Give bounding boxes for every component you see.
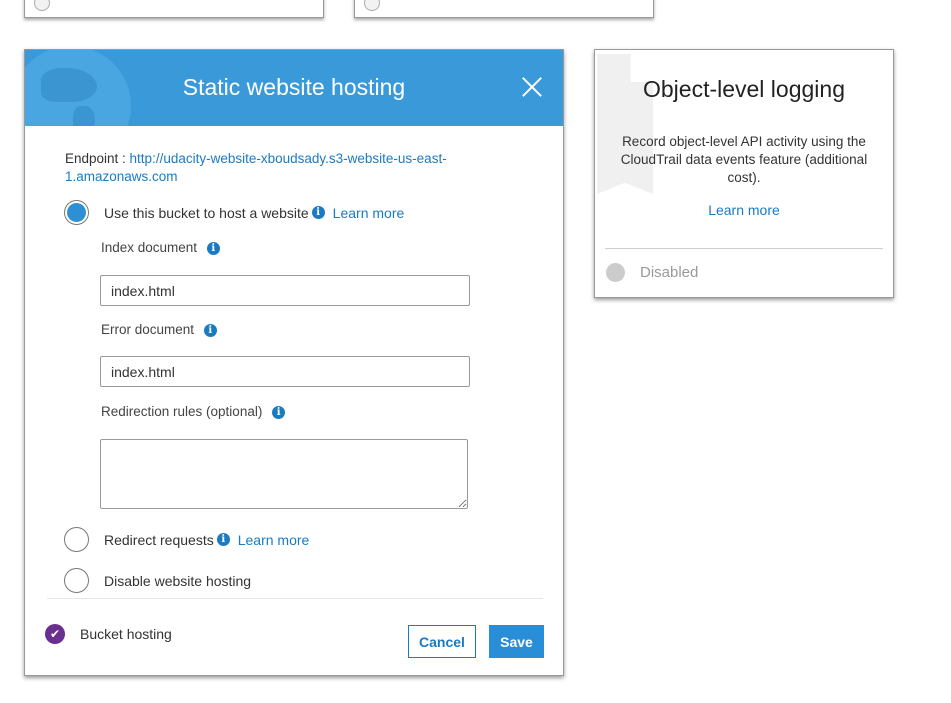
check-icon: ✔ [45, 624, 65, 644]
endpoint-label: Endpoint : [65, 151, 130, 166]
card-title: Object-level logging [642, 76, 845, 102]
learn-more-link[interactable]: Learn more [595, 202, 893, 218]
radio-stub-icon [34, 0, 50, 11]
modal-header: Static website hosting [25, 50, 563, 126]
error-document-input[interactable] [100, 356, 470, 387]
modal-title: Static website hosting [182, 74, 406, 100]
cancel-button[interactable]: Cancel [408, 625, 476, 658]
error-document-label: Error document i [101, 322, 217, 337]
option-label: Disable website hosting [104, 572, 252, 589]
bucket-hosting-status: ✔ Bucket hosting [45, 624, 172, 644]
redirection-rules-label: Redirection rules (optional) i [101, 404, 286, 419]
learn-more-link[interactable]: Learn more [333, 205, 405, 221]
info-icon[interactable]: i [272, 406, 286, 419]
status-label: Disabled [640, 264, 699, 281]
option-label: Redirect requests [104, 531, 214, 548]
close-button[interactable] [521, 76, 543, 98]
divider [605, 248, 883, 249]
info-icon[interactable]: i [311, 206, 325, 219]
redirection-rules-textarea[interactable] [100, 439, 468, 509]
static-website-hosting-modal: Static website hosting Endpoint : http:/… [24, 49, 564, 676]
option-label: Use this bucket to host a website [104, 204, 309, 221]
learn-more-link[interactable]: Learn more [238, 532, 310, 548]
index-document-label: Index document i [101, 240, 220, 255]
info-icon[interactable]: i [216, 533, 230, 546]
card-description: Record object-level API activity using t… [620, 134, 868, 185]
index-document-input[interactable] [100, 275, 470, 306]
redirect-requests-radio[interactable] [64, 527, 89, 552]
radio-stub-icon [364, 0, 380, 11]
previous-card[interactable] [24, 0, 324, 18]
info-icon[interactable]: i [203, 324, 217, 337]
option-redirect-requests[interactable]: Redirect requests i Learn more [64, 527, 309, 552]
divider [47, 598, 543, 599]
save-button[interactable]: Save [489, 625, 544, 658]
disable-hosting-radio[interactable] [64, 568, 89, 593]
status-label: Bucket hosting [80, 626, 172, 642]
logging-status: Disabled [606, 263, 698, 282]
endpoint: Endpoint : http://udacity-website-xbouds… [65, 150, 495, 186]
option-host-website[interactable]: Use this bucket to host a website i Lear… [64, 200, 404, 225]
info-icon[interactable]: i [206, 242, 220, 255]
status-dot-icon [606, 263, 625, 282]
object-level-logging-card[interactable]: Object-level logging Record object-level… [594, 49, 894, 298]
host-website-radio[interactable] [64, 200, 89, 225]
option-disable-hosting[interactable]: Disable website hosting [64, 568, 251, 593]
previous-card[interactable] [354, 0, 654, 18]
